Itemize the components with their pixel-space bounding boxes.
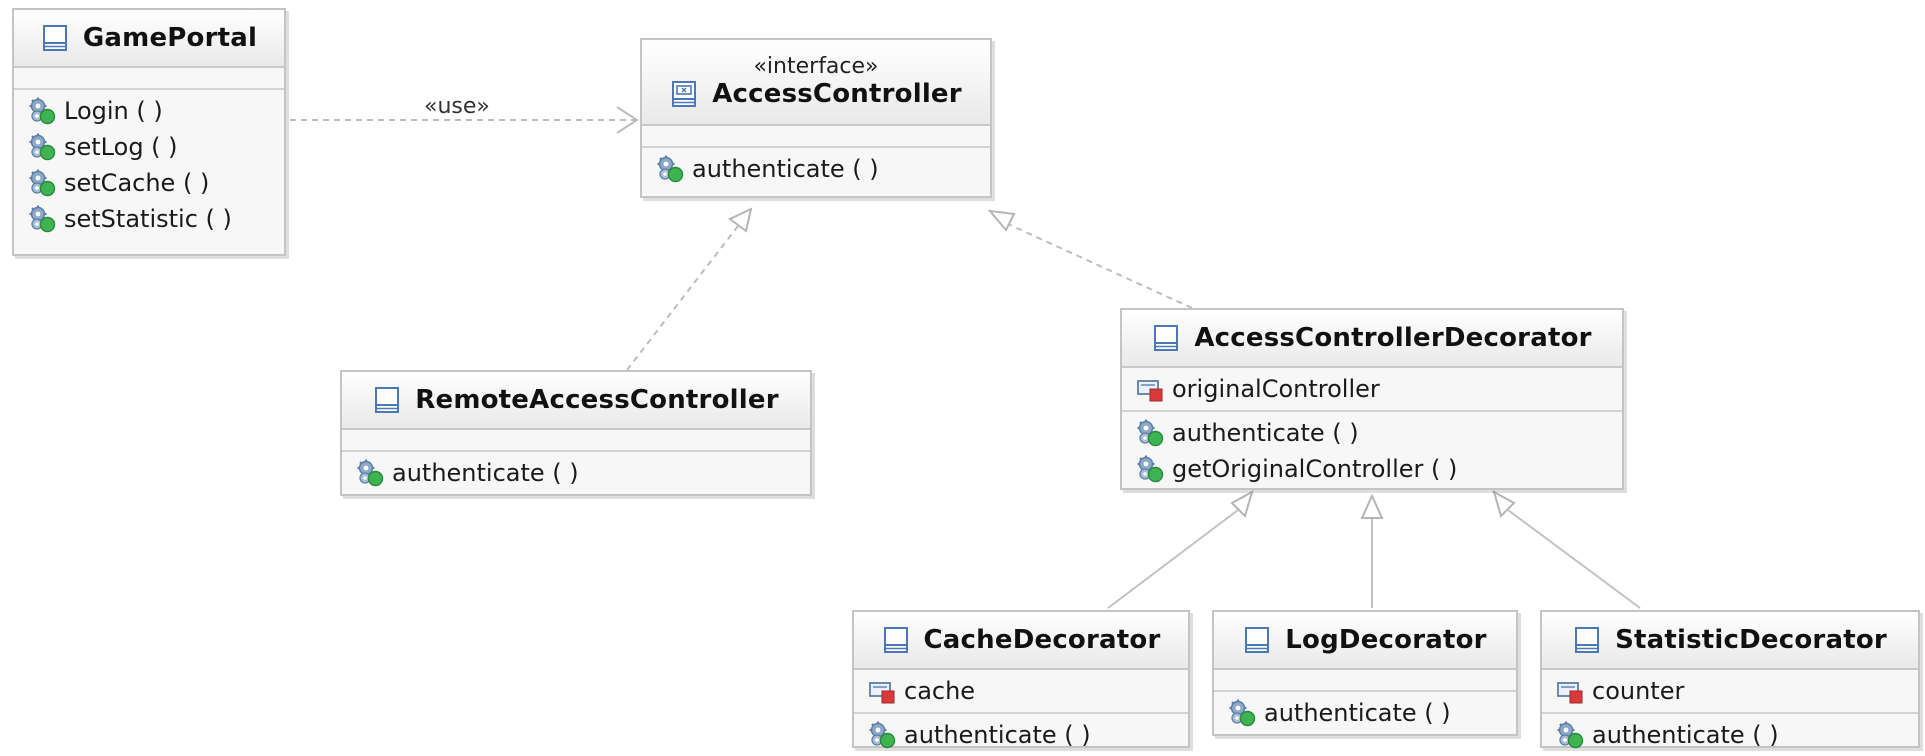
method-label: setCache ( ) [64,169,210,197]
attributes-compartment [14,68,284,90]
class-name: GamePortal [82,23,258,53]
public-method-gear-icon [28,205,56,233]
class-box-access-controller-decorator[interactable]: AccessControllerDecorator originalContro… [1120,308,1624,490]
class-header: LogDecorator [1214,612,1516,670]
public-method-gear-icon [1136,455,1164,483]
attribute-label: cache [904,677,976,705]
methods-compartment: authenticate ( ) [642,148,990,190]
attributes-compartment: cache [854,670,1188,714]
class-icon [373,386,401,414]
remote-realization-arrowhead [728,207,753,233]
method-label: authenticate ( ) [1264,699,1451,727]
class-box-game-portal[interactable]: GamePortal Login ( ) setLog ( ) setCache… [12,8,286,256]
attributes-compartment [642,126,990,148]
attribute-row[interactable]: originalController [1122,371,1622,407]
method-row[interactable]: setCache ( ) [14,165,284,201]
class-name: RemoteAccessController [415,385,779,415]
method-row[interactable]: authenticate ( ) [1214,695,1516,731]
methods-compartment: authenticate ( ) [1542,714,1918,756]
private-field-icon [868,677,896,705]
attribute-row[interactable]: counter [1542,673,1918,709]
class-header: GamePortal [14,10,284,68]
methods-compartment: authenticate ( ) [1214,692,1516,734]
attributes-compartment [1214,670,1516,692]
method-row[interactable]: setStatistic ( ) [14,201,284,237]
public-method-gear-icon [1228,699,1256,727]
method-label: authenticate ( ) [1172,419,1359,447]
decorator-realization-arrowhead [987,209,1016,232]
method-row[interactable]: Login ( ) [14,93,284,129]
class-name: AccessControllerDecorator [1194,323,1592,353]
class-header: CacheDecorator [854,612,1188,670]
remote-realization-line[interactable] [626,225,739,371]
public-method-gear-icon [1136,419,1164,447]
class-box-statistic-decorator[interactable]: StatisticDecorator counter authenticate … [1540,610,1920,749]
method-row[interactable]: authenticate ( ) [642,151,990,187]
method-label: setLog ( ) [64,133,178,161]
public-method-gear-icon [28,169,56,197]
methods-compartment: authenticate ( ) getOriginalController (… [1122,412,1622,490]
attributes-compartment: originalController [1122,368,1622,412]
class-icon [882,626,910,654]
class-box-remote-access-controller[interactable]: RemoteAccessController authenticate ( ) [340,370,812,496]
method-row[interactable]: setLog ( ) [14,129,284,165]
method-row[interactable]: authenticate ( ) [342,455,810,491]
cache-generalization-line[interactable] [1107,509,1239,609]
private-field-icon [1556,677,1584,705]
attribute-row[interactable]: cache [854,673,1188,709]
class-name: LogDecorator [1285,625,1487,655]
class-header: StatisticDecorator [1542,612,1918,670]
class-name: CacheDecorator [923,625,1161,655]
attribute-label: originalController [1172,375,1380,403]
method-label: setStatistic ( ) [64,205,232,233]
class-icon [1243,626,1271,654]
methods-compartment: authenticate ( ) [854,714,1188,756]
method-label: Login ( ) [64,97,163,125]
class-box-log-decorator[interactable]: LogDecorator authenticate ( ) [1212,610,1518,736]
method-label: getOriginalController ( ) [1172,455,1458,483]
class-box-cache-decorator[interactable]: CacheDecorator cache authenticate ( ) [852,610,1190,749]
attribute-label: counter [1592,677,1685,705]
attributes-compartment: counter [1542,670,1918,714]
class-name: StatisticDecorator [1615,625,1887,655]
public-method-gear-icon [1556,721,1584,749]
public-method-gear-icon [656,155,684,183]
method-label: authenticate ( ) [904,721,1091,749]
class-header: AccessControllerDecorator [1122,310,1622,368]
log-generalization-arrowhead [1360,493,1384,519]
method-label: authenticate ( ) [392,459,579,487]
stereotype-label: «interface» [753,54,879,79]
class-icon [1152,324,1180,352]
class-icon [1573,626,1601,654]
method-row[interactable]: getOriginalController ( ) [1122,451,1622,487]
method-row[interactable]: authenticate ( ) [1122,415,1622,451]
class-icon [41,24,69,52]
methods-compartment: Login ( ) setLog ( ) setCache ( ) setSta… [14,90,284,240]
method-label: authenticate ( ) [1592,721,1779,749]
statistic-generalization-line[interactable] [1507,509,1641,609]
method-label: authenticate ( ) [692,155,879,183]
interface-box-access-controller[interactable]: «interface» AccessController authenticat… [640,38,992,198]
public-method-gear-icon [356,459,384,487]
class-header: RemoteAccessController [342,372,810,430]
decorator-realization-line[interactable] [1007,223,1193,309]
class-header: «interface» AccessController [642,40,990,126]
private-field-icon [1136,375,1164,403]
attributes-compartment [342,430,810,452]
public-method-gear-icon [868,721,896,749]
class-name: AccessController [712,79,962,109]
public-method-gear-icon [28,97,56,125]
public-method-gear-icon [28,133,56,161]
methods-compartment: authenticate ( ) [342,452,810,494]
interface-icon [670,80,698,108]
use-label: «use» [424,94,490,119]
